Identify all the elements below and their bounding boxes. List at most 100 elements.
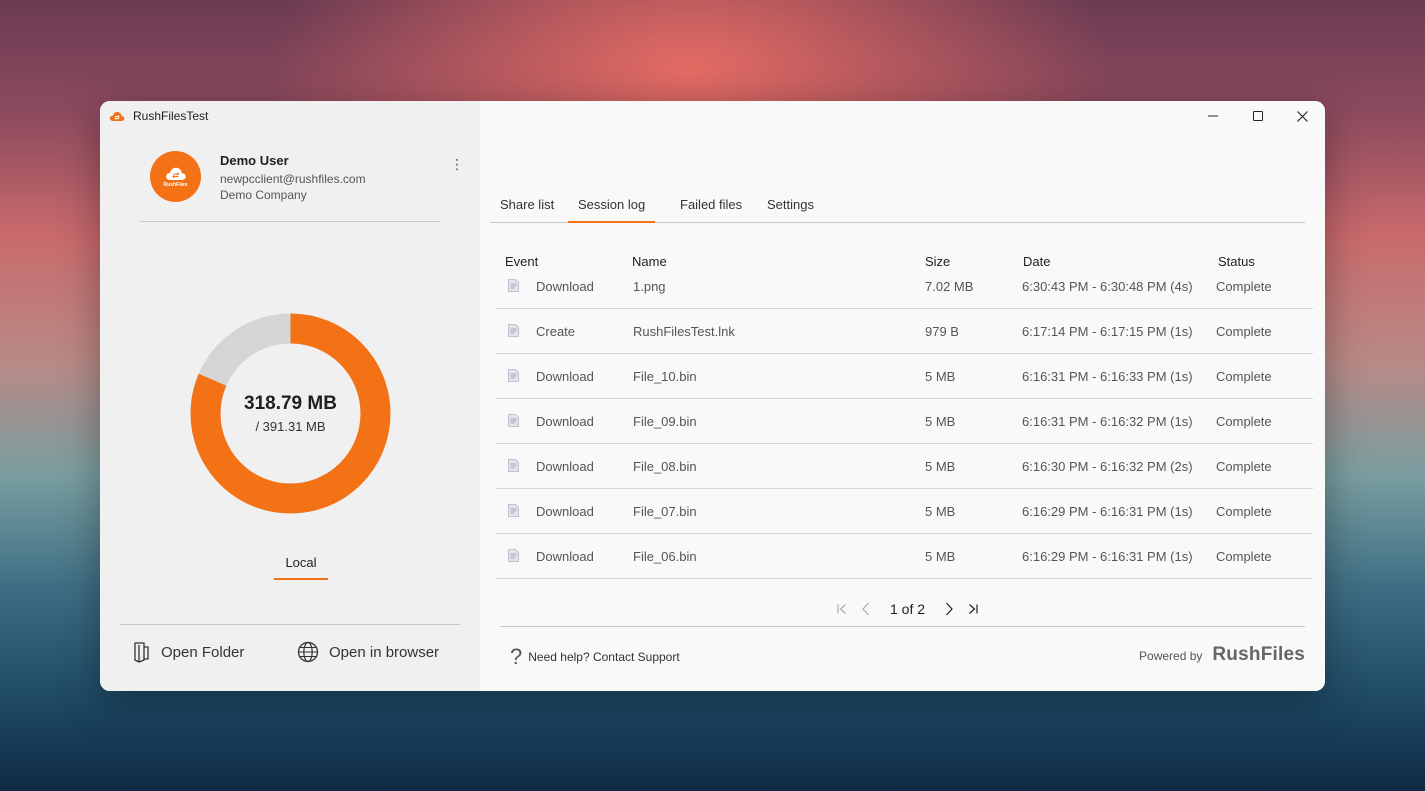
row-name: File_06.bin — [633, 549, 697, 564]
help-text: Need help? Contact Support — [528, 650, 680, 664]
minimize-icon — [1207, 115, 1218, 117]
row-event: Download — [536, 279, 594, 294]
folder-icon — [134, 642, 149, 663]
help-link[interactable]: ? Need help? Contact Support — [510, 646, 680, 668]
maximize-button[interactable] — [1235, 101, 1280, 131]
maximize-icon — [1252, 111, 1263, 121]
kebab-menu-icon[interactable]: ⋮ — [450, 156, 464, 172]
row-event: Download — [536, 414, 594, 429]
row-name: 1.png — [633, 279, 666, 294]
row-status: Complete — [1216, 324, 1272, 339]
row-event: Download — [536, 369, 594, 384]
app-window: RushFilesTest RushFiles Demo User newpcc… — [100, 101, 1325, 691]
user-email: newpcclient@rushfiles.com — [220, 172, 366, 186]
app-title: RushFilesTest — [133, 109, 209, 123]
document-icon — [508, 324, 519, 337]
close-icon — [1297, 110, 1308, 122]
user-card: RushFiles Demo User newpcclient@rushfile… — [150, 151, 464, 203]
row-event: Create — [536, 324, 576, 339]
row-status: Complete — [1216, 504, 1272, 519]
page-indicator: 1 of 2 — [890, 601, 926, 617]
row-date: 6:16:31 PM - 6:16:33 PM (1s) — [1022, 369, 1193, 384]
session-log-table: Event Name Size Date Status Download 1.pn… — [496, 249, 1313, 595]
open-in-browser-label: Open in browser — [329, 643, 440, 661]
row-date: 6:16:30 PM - 6:16:32 PM (2s) — [1022, 459, 1193, 474]
row-status: Complete — [1216, 279, 1272, 294]
row-name: File_07.bin — [633, 504, 697, 519]
main-panel: Share list Session log Failed files Sett… — [480, 101, 1325, 691]
row-size: 5 MB — [925, 414, 956, 429]
table-row[interactable]: Create RushFilesTest.lnk 979 B 6:17:14 PM -… — [496, 309, 1313, 354]
divider — [120, 624, 460, 625]
close-button[interactable] — [1280, 101, 1325, 131]
table-row[interactable]: Download File_09.bin 5 MB 6:16:31 PM - 6:16… — [496, 399, 1313, 444]
row-size: 5 MB — [925, 459, 956, 474]
brand-logo: RushFiles — [1212, 644, 1305, 665]
first-page-icon — [837, 604, 846, 614]
row-size: 979 B — [925, 324, 959, 339]
row-size: 7.02 MB — [925, 279, 974, 294]
tab-settings[interactable]: Settings — [757, 196, 824, 223]
avatar: RushFiles — [150, 151, 201, 202]
document-icon — [508, 459, 519, 472]
row-event: Download — [536, 459, 594, 474]
row-status: Complete — [1216, 414, 1272, 429]
row-name: File_10.bin — [633, 369, 697, 384]
row-name: File_09.bin — [633, 414, 697, 429]
row-status: Complete — [1216, 369, 1272, 384]
minimize-button[interactable] — [1190, 101, 1235, 131]
prev-page-button[interactable] — [854, 599, 878, 619]
row-name: File_08.bin — [633, 459, 697, 474]
last-page-icon — [969, 604, 978, 614]
table-row[interactable]: Download File_07.bin 5 MB 6:16:29 PM - 6:16… — [496, 489, 1313, 534]
user-name: Demo User — [220, 153, 289, 168]
user-company: Demo Company — [220, 188, 307, 202]
table-row[interactable]: Download File_08.bin 5 MB 6:16:30 PM - 6:16… — [496, 444, 1313, 489]
divider — [500, 626, 1305, 627]
row-date: 6:30:43 PM - 6:30:48 PM (4s) — [1022, 279, 1193, 294]
document-icon — [508, 549, 519, 562]
table-row[interactable]: Download File_06.bin 5 MB 6:16:29 PM - 6:16… — [496, 534, 1313, 579]
document-icon — [508, 369, 519, 382]
avatar-label: RushFiles — [163, 182, 188, 188]
open-folder-label: Open Folder — [161, 643, 245, 661]
document-icon — [508, 414, 519, 427]
rushfiles-cloud-icon — [165, 167, 186, 180]
open-in-browser-button[interactable]: Open in browser — [297, 641, 439, 663]
row-name: RushFilesTest.lnk — [633, 324, 735, 339]
row-event: Download — [536, 504, 594, 519]
row-event: Download — [536, 549, 594, 564]
open-folder-button[interactable]: Open Folder — [133, 641, 244, 663]
title-bar: RushFilesTest — [109, 109, 208, 123]
table-row[interactable]: Download 1.png 7.02 MB 6:30:43 PM - 6:30:48… — [496, 264, 1313, 309]
tab-session-log[interactable]: Session log — [568, 196, 656, 223]
storage-used: 318.79 MB — [244, 393, 337, 414]
powered-by-label: Powered by — [1139, 649, 1203, 663]
next-page-icon — [946, 602, 953, 616]
document-icon — [508, 504, 519, 517]
tab-bar: Share list Session log Failed files Sett… — [490, 196, 1305, 223]
storage-donut-chart: 318.79 MB / 391.31 MB — [190, 313, 391, 514]
last-page-button[interactable] — [961, 599, 985, 619]
sidebar: RushFilesTest RushFiles Demo User newpcc… — [100, 101, 480, 691]
tab-share-list[interactable]: Share list — [490, 196, 564, 223]
row-status: Complete — [1216, 459, 1272, 474]
row-date: 6:16:29 PM - 6:16:31 PM (1s) — [1022, 549, 1193, 564]
table-body: Download 1.png 7.02 MB 6:30:43 PM - 6:30:48… — [496, 264, 1313, 595]
row-date: 6:16:29 PM - 6:16:31 PM (1s) — [1022, 504, 1193, 519]
document-icon — [508, 279, 519, 292]
pagination: 1 of 2 — [830, 599, 985, 619]
storage-total: / 391.31 MB — [255, 419, 326, 434]
donut-center: 318.79 MB / 391.31 MB — [190, 313, 391, 514]
row-date: 6:17:14 PM - 6:17:15 PM (1s) — [1022, 324, 1193, 339]
prev-page-icon — [862, 602, 869, 616]
row-date: 6:16:31 PM - 6:16:32 PM (1s) — [1022, 414, 1193, 429]
row-status: Complete — [1216, 549, 1272, 564]
first-page-button[interactable] — [830, 599, 854, 619]
tab-failed-files[interactable]: Failed files — [670, 196, 752, 223]
next-page-button[interactable] — [937, 599, 961, 619]
row-size: 5 MB — [925, 369, 956, 384]
table-row[interactable]: Download File_10.bin 5 MB 6:16:31 PM - 6:16… — [496, 354, 1313, 399]
tab-local[interactable]: Local — [274, 555, 328, 580]
globe-icon — [297, 641, 319, 663]
